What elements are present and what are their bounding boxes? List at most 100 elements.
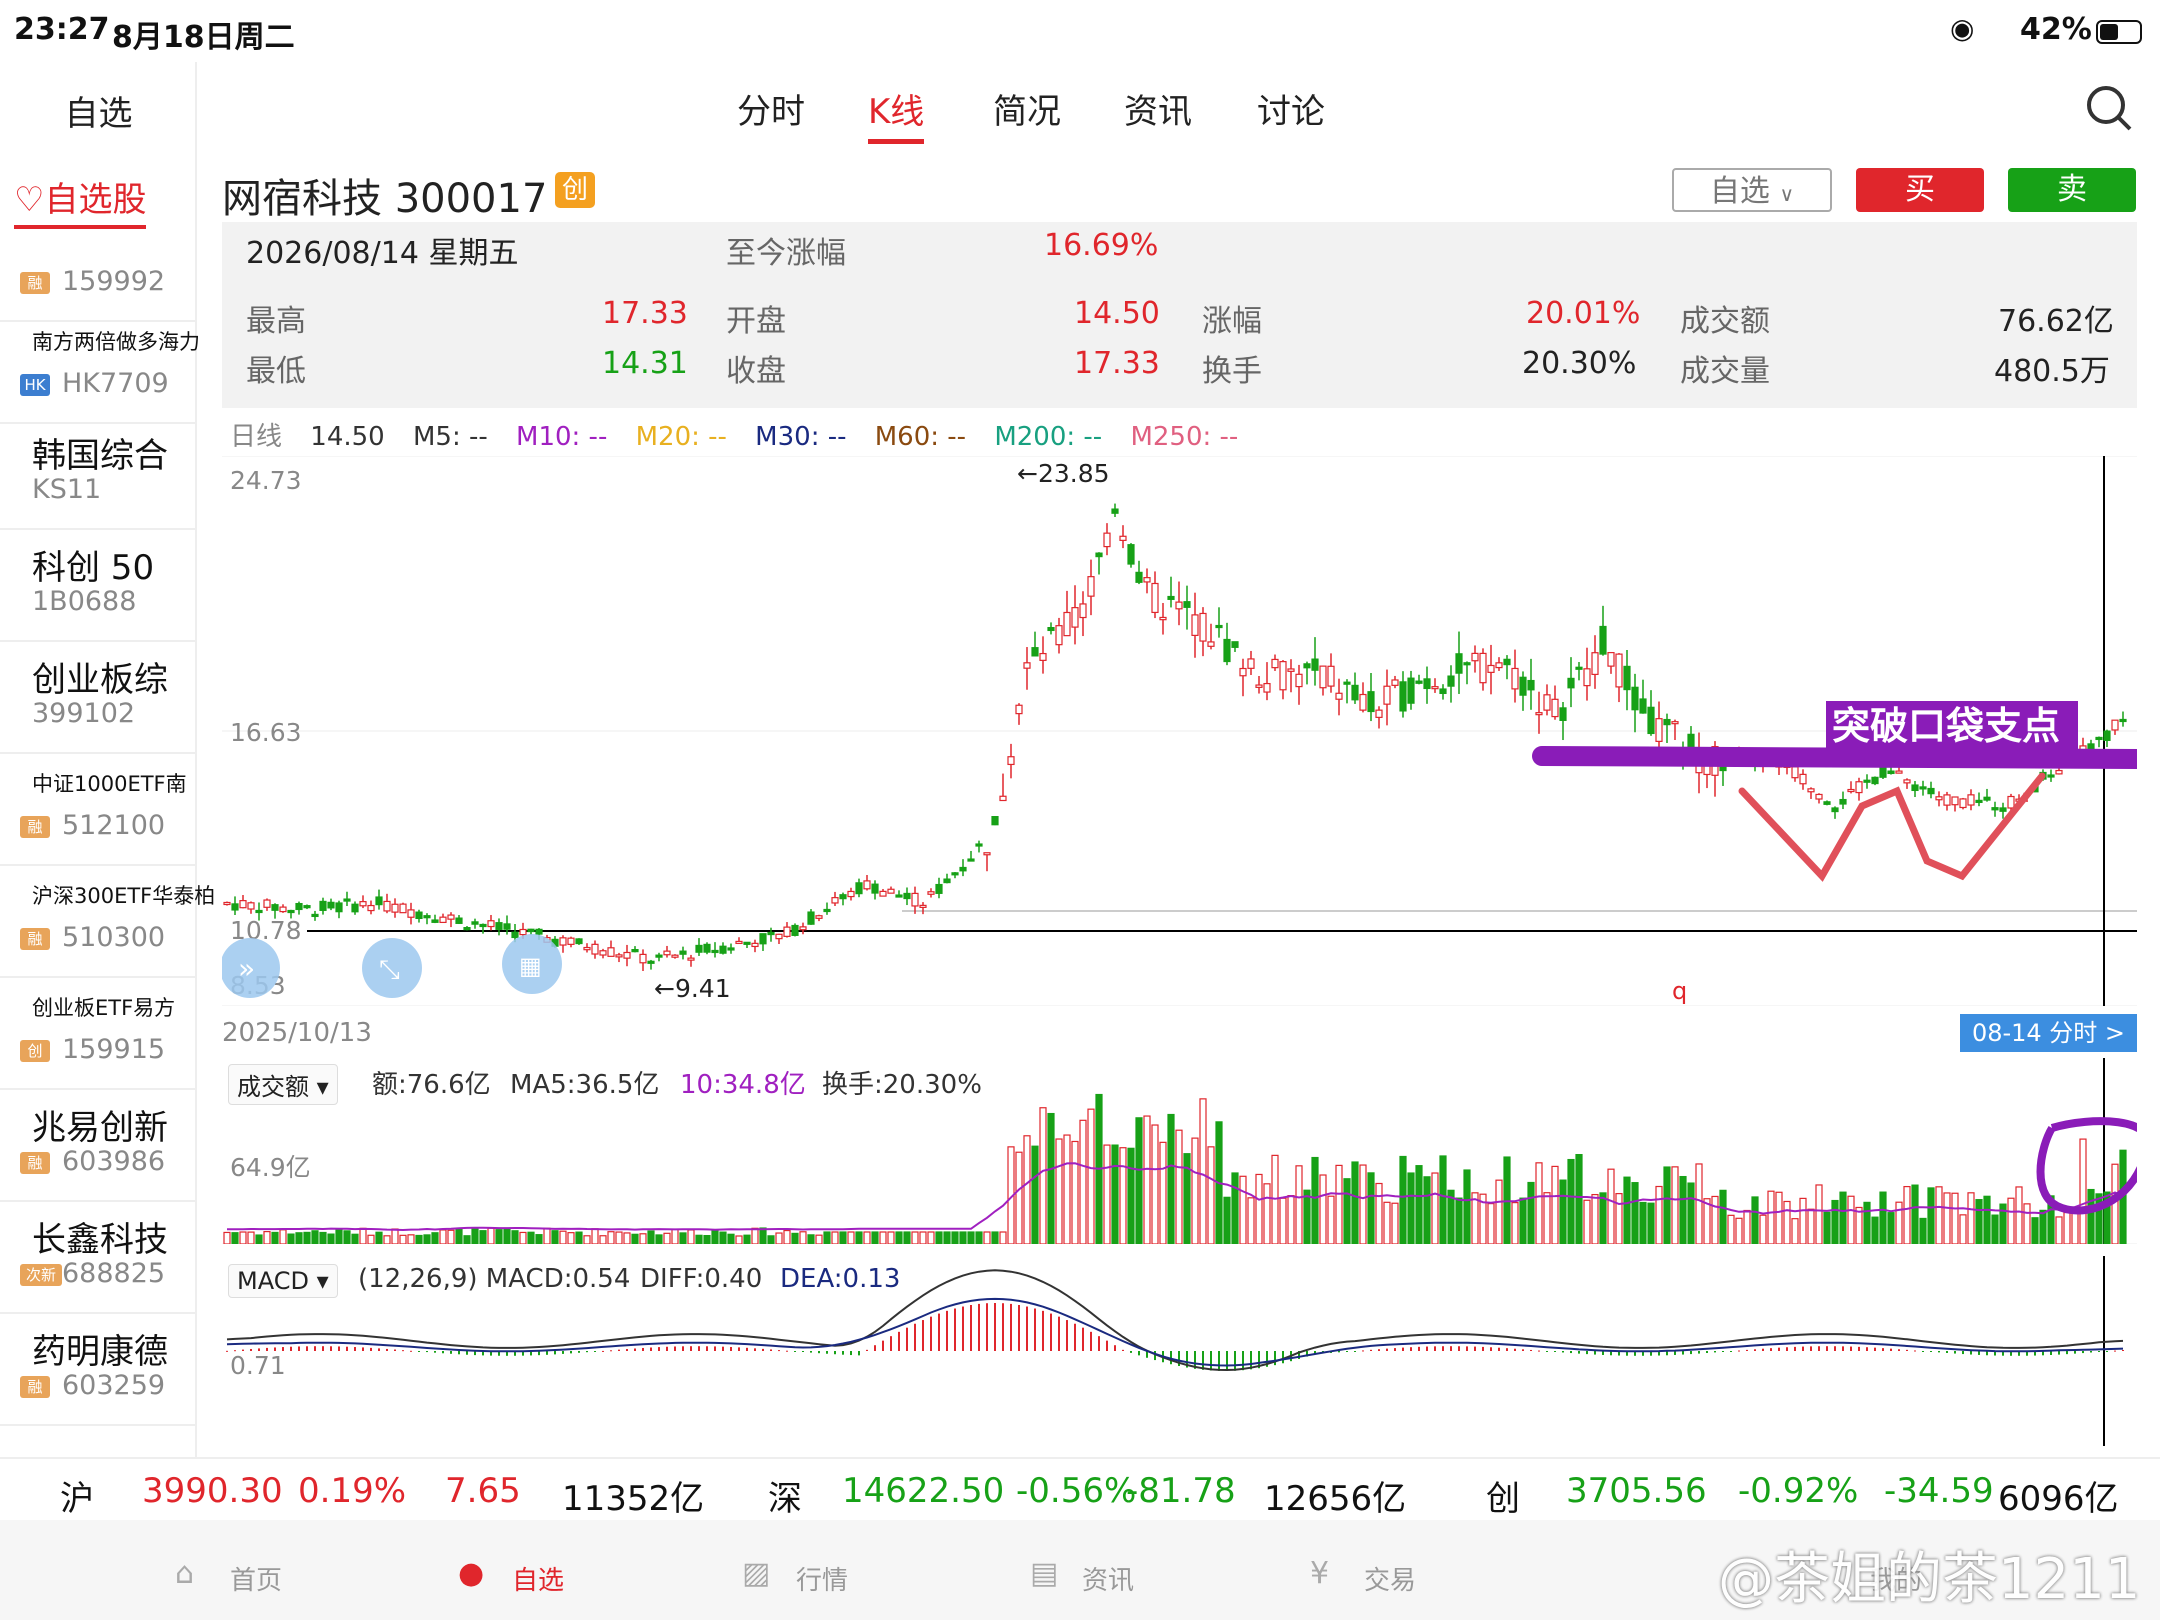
macd-bar: [706, 1346, 708, 1351]
sidebar-stock-item[interactable]: 兆易创新融 603986: [0, 1090, 197, 1202]
sidebar-stock-item[interactable]: 长鑫科技次新 688825: [0, 1202, 197, 1314]
macd-bar: [1514, 1348, 1516, 1351]
macd-bar: [2082, 1351, 2084, 1354]
macd-bar: [626, 1349, 628, 1351]
candle-body: [495, 922, 503, 930]
candle-body: [1447, 675, 1455, 687]
candle-body: [559, 937, 567, 946]
candle-body: [359, 901, 367, 907]
sidebar-stock-item[interactable]: 创业板综 399102: [0, 642, 197, 754]
macd-diff-line: [226, 1269, 2124, 1372]
volume-bar: [343, 1230, 351, 1244]
nav-trade[interactable]: 交易: [1364, 1560, 1416, 1597]
nav-watchlist[interactable]: 自选: [512, 1560, 564, 1597]
candle-body: [991, 816, 999, 826]
sidebar-item-name: 长鑫科技: [32, 1220, 168, 1260]
candle-body: [1087, 576, 1095, 597]
tab-discussion[interactable]: 讨论: [1257, 84, 1325, 133]
candle-body: [967, 858, 975, 862]
index-change: -81.78: [1126, 1471, 1236, 1511]
candle-body: [535, 928, 543, 935]
sidebar-stock-item[interactable]: 南方两倍做多海力 HK HK7709: [0, 312, 200, 424]
tab-overview[interactable]: 简况: [993, 84, 1061, 133]
macd-bar: [714, 1346, 716, 1351]
legend-period[interactable]: 日线: [230, 422, 282, 452]
volume-bar: [799, 1231, 807, 1244]
search-icon[interactable]: [2085, 84, 2133, 132]
arrows-icon: ⤡: [379, 955, 400, 985]
candle-body: [1615, 653, 1623, 688]
sidebar-stock-item[interactable]: 科创 50 1B0688: [0, 530, 197, 642]
volume-bar: [919, 1231, 927, 1244]
market-badge: 次新: [20, 1264, 62, 1286]
tab-news[interactable]: 资讯: [1124, 84, 1192, 133]
candle-body: [1295, 673, 1303, 688]
sidebar-stock-item[interactable]: 中证1000ETF南融 512100: [0, 754, 197, 866]
detail-tabs: 分时 K线 简况 资讯 讨论: [197, 62, 2160, 162]
sidebar-stock-item[interactable]: 创业板ETF易方创 159915: [0, 978, 197, 1090]
macd-bar: [1778, 1347, 1780, 1351]
legend-m10: M10: --: [516, 422, 608, 452]
macd-bar: [658, 1347, 660, 1351]
candle-body: [695, 944, 703, 953]
sell-button[interactable]: 卖: [2008, 168, 2136, 212]
candle-body: [1119, 535, 1127, 541]
candle-body: [1575, 666, 1583, 670]
volume-bar: [1735, 1217, 1743, 1244]
sidebar-item-code: 688825: [62, 1258, 166, 1289]
macd-bar: [1010, 1303, 1012, 1351]
candle-body: [1631, 686, 1639, 711]
candle-body: [1791, 766, 1799, 779]
candle-body: [903, 892, 911, 900]
volume-bar: [271, 1231, 279, 1244]
volume-bar: [1191, 1137, 1199, 1244]
sidebar-stock-item[interactable]: 沪深300ETF华泰柏融 510300: [0, 866, 215, 978]
candle-body: [791, 924, 799, 936]
macd-bar: [2098, 1351, 2100, 1352]
macd-bar: [634, 1348, 636, 1351]
candle-body: [1039, 652, 1047, 661]
sidebar-stock-item[interactable]: 韩国综合 KS11: [0, 418, 197, 530]
candle-body: [943, 878, 951, 884]
sidebar-stock-item[interactable]: 融 159992: [0, 210, 197, 322]
index-ticker-bar[interactable]: 沪 3990.30 0.19% 7.65 11352亿 深 14622.50 -0.56% -8…: [0, 1457, 2160, 1519]
add-watch-button[interactable]: 自选 ∨: [1672, 168, 1832, 212]
macd-bar: [778, 1350, 780, 1352]
macd-bar: [762, 1348, 764, 1351]
candle-body: [1015, 704, 1023, 715]
sidebar-stock-item[interactable]: 药明康德融 603259: [0, 1314, 197, 1426]
candle-body: [1815, 793, 1823, 800]
candle-body: [255, 909, 263, 914]
candle-body: [303, 905, 311, 909]
tab-minute[interactable]: 分时: [737, 84, 805, 133]
volume-bar: [743, 1234, 751, 1244]
kline-chart[interactable]: 24.73 16.63 10.78 8.53 ←23.85 ←9.41 突破口袋…: [222, 456, 2137, 1006]
candle-body: [855, 882, 863, 895]
ma-legend: 日线 14.50 M5: -- M10: -- M20: -- M30: -- …: [230, 416, 2130, 456]
macd-bar: [1978, 1351, 1980, 1355]
volume-bar: [1127, 1147, 1135, 1244]
nav-market[interactable]: 行情: [796, 1560, 848, 1597]
macd-bar: [2090, 1351, 2092, 1353]
tab-kline[interactable]: K线: [868, 84, 925, 144]
candle-body: [1431, 686, 1439, 690]
macd-bar: [906, 1327, 908, 1351]
volume-bar: [831, 1231, 839, 1244]
volume-bar: [1679, 1175, 1687, 1244]
nav-home[interactable]: 首页: [230, 1560, 282, 1597]
volume-bar: [1951, 1192, 1959, 1244]
volume-bar: [887, 1231, 895, 1244]
macd-chart[interactable]: 0.71: [222, 1256, 2137, 1446]
buy-button[interactable]: 买: [1856, 168, 1984, 212]
nav-news[interactable]: 资讯: [1082, 1560, 1134, 1597]
legend-m60: M60: --: [874, 422, 967, 452]
macd-bar: [922, 1320, 924, 1351]
macd-bar: [1082, 1327, 1084, 1351]
volume-chart[interactable]: 64.9亿: [222, 1058, 2137, 1244]
user-icon: ●: [458, 1556, 485, 1591]
macd-bar: [578, 1351, 580, 1353]
candle-body: [711, 949, 719, 954]
minute-chart-button[interactable]: 08-14 分时 >: [1960, 1014, 2137, 1052]
volume-bar: [1543, 1192, 1551, 1244]
macd-bar: [434, 1351, 436, 1353]
